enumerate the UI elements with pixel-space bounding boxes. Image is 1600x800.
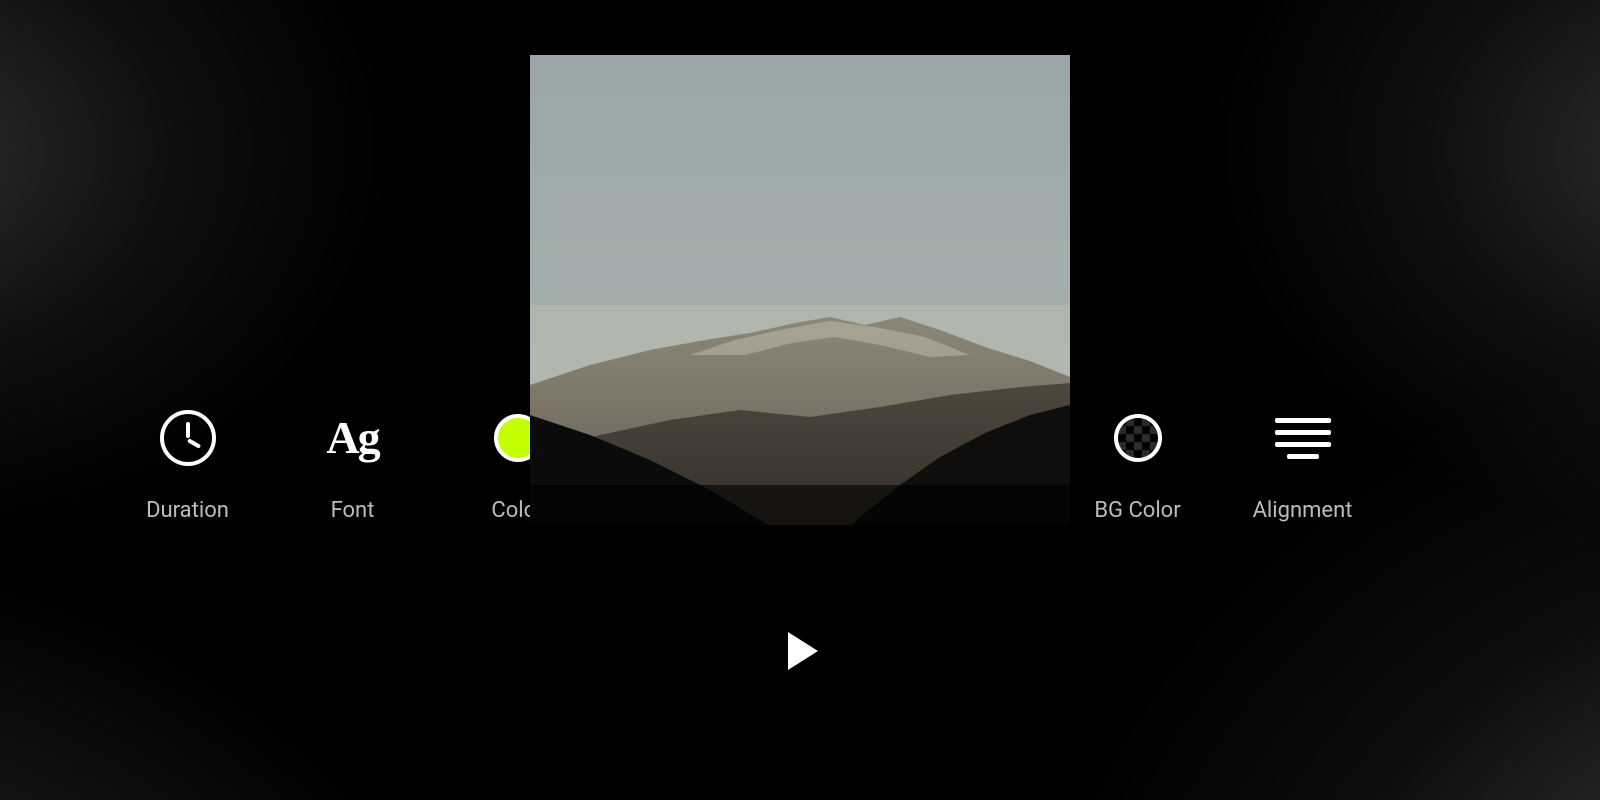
duration-label: Duration xyxy=(146,498,229,523)
preview-frame xyxy=(530,0,1070,800)
font-tool[interactable]: Ag Font xyxy=(305,410,400,523)
background-right-panel xyxy=(1070,0,1600,800)
toolbar-left: Duration Ag Font Color xyxy=(140,410,565,523)
duration-tool[interactable]: Duration xyxy=(140,410,235,523)
font-label: Font xyxy=(331,498,375,523)
app-stage: Duration Ag Font Color BG Color xyxy=(0,0,1600,800)
transparency-icon xyxy=(1110,410,1166,466)
font-icon: Ag xyxy=(325,410,381,466)
play-icon[interactable] xyxy=(788,632,818,670)
bg-color-label: BG Color xyxy=(1094,498,1180,523)
bg-color-tool[interactable]: BG Color xyxy=(1090,410,1185,523)
background-left-panel xyxy=(0,0,530,800)
clock-icon xyxy=(160,410,216,466)
alignment-tool[interactable]: Alignment xyxy=(1255,410,1350,523)
alignment-label: Alignment xyxy=(1253,498,1353,523)
align-center-icon xyxy=(1275,410,1331,466)
toolbar-right: BG Color Alignment xyxy=(1090,410,1350,523)
